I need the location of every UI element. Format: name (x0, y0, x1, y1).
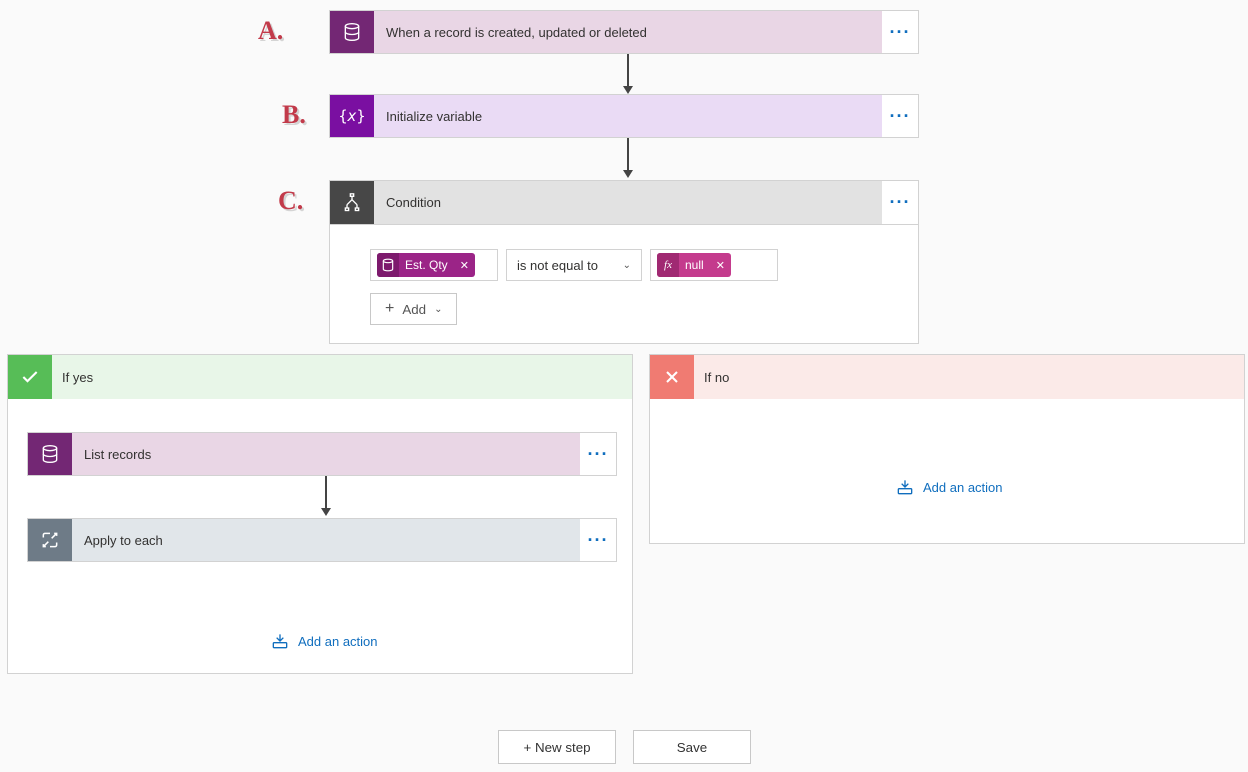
connector-arrow (623, 54, 633, 94)
annotation-a: A. (258, 18, 283, 44)
trigger-menu-button[interactable]: ··· (882, 22, 918, 43)
condition-left-operand[interactable]: Est. Qty ✕ (370, 249, 498, 281)
if-yes-branch: If yes List records ··· (7, 354, 633, 674)
annotation-c: C. (278, 188, 303, 214)
condition-menu-button[interactable]: ··· (882, 192, 918, 213)
condition-title: Condition (386, 195, 441, 210)
plus-icon: + (385, 301, 394, 317)
chip-remove-button[interactable]: ✕ (454, 259, 475, 272)
save-label: Save (677, 740, 707, 755)
initvar-menu-button[interactable]: ··· (882, 106, 918, 127)
condition-header[interactable]: Condition ··· (330, 181, 918, 225)
initvar-title: Initialize variable (386, 109, 482, 124)
add-action-no[interactable]: Add an action (895, 477, 1003, 497)
list-records-card[interactable]: List records ··· (27, 432, 617, 476)
annotation-b: B. (282, 102, 306, 128)
apply-each-menu-button[interactable]: ··· (580, 530, 616, 551)
if-no-branch: If no Add an action (649, 354, 1245, 544)
connector-arrow (623, 138, 633, 178)
condition-right-operand[interactable]: fx null ✕ (650, 249, 778, 281)
condition-right-chip-label: null (679, 258, 710, 272)
chip-remove-button[interactable]: ✕ (710, 259, 731, 272)
new-step-button[interactable]: + New step (498, 730, 616, 764)
add-action-yes-label: Add an action (298, 634, 378, 649)
list-records-menu-button[interactable]: ··· (580, 444, 616, 465)
if-no-label: If no (694, 370, 729, 385)
condition-add-button[interactable]: + Add ⌄ (370, 293, 457, 325)
check-icon (8, 355, 52, 399)
add-label: Add (402, 302, 426, 317)
trigger-card[interactable]: When a record is created, updated or del… (329, 10, 919, 54)
database-icon (330, 11, 374, 53)
chevron-down-icon: ⌄ (623, 260, 631, 271)
database-icon (28, 433, 72, 475)
connector-arrow (321, 476, 331, 516)
condition-operator-select[interactable]: is not equal to ⌄ (506, 249, 642, 281)
initialize-variable-card[interactable]: {x} Initialize variable ··· (329, 94, 919, 138)
operator-label: is not equal to (517, 258, 598, 273)
add-action-yes[interactable]: Add an action (270, 631, 378, 651)
add-action-no-label: Add an action (923, 480, 1003, 495)
fx-chip-icon: fx (657, 253, 679, 277)
loop-icon (28, 519, 72, 561)
apply-to-each-card[interactable]: Apply to each ··· (27, 518, 617, 562)
database-chip-icon (377, 253, 399, 277)
new-step-label: + New step (523, 740, 590, 755)
condition-left-chip-label: Est. Qty (399, 258, 454, 272)
if-yes-header[interactable]: If yes (8, 355, 632, 399)
variable-icon: {x} (330, 95, 374, 137)
chevron-down-icon: ⌄ (434, 304, 442, 315)
trigger-title: When a record is created, updated or del… (386, 25, 647, 40)
condition-icon (330, 181, 374, 224)
save-button[interactable]: Save (633, 730, 751, 764)
apply-each-title: Apply to each (84, 533, 163, 548)
if-yes-label: If yes (52, 370, 93, 385)
x-icon (650, 355, 694, 399)
if-no-header[interactable]: If no (650, 355, 1244, 399)
list-records-title: List records (84, 447, 151, 462)
condition-card: Condition ··· Est. Qty ✕ is not equal to… (329, 180, 919, 344)
